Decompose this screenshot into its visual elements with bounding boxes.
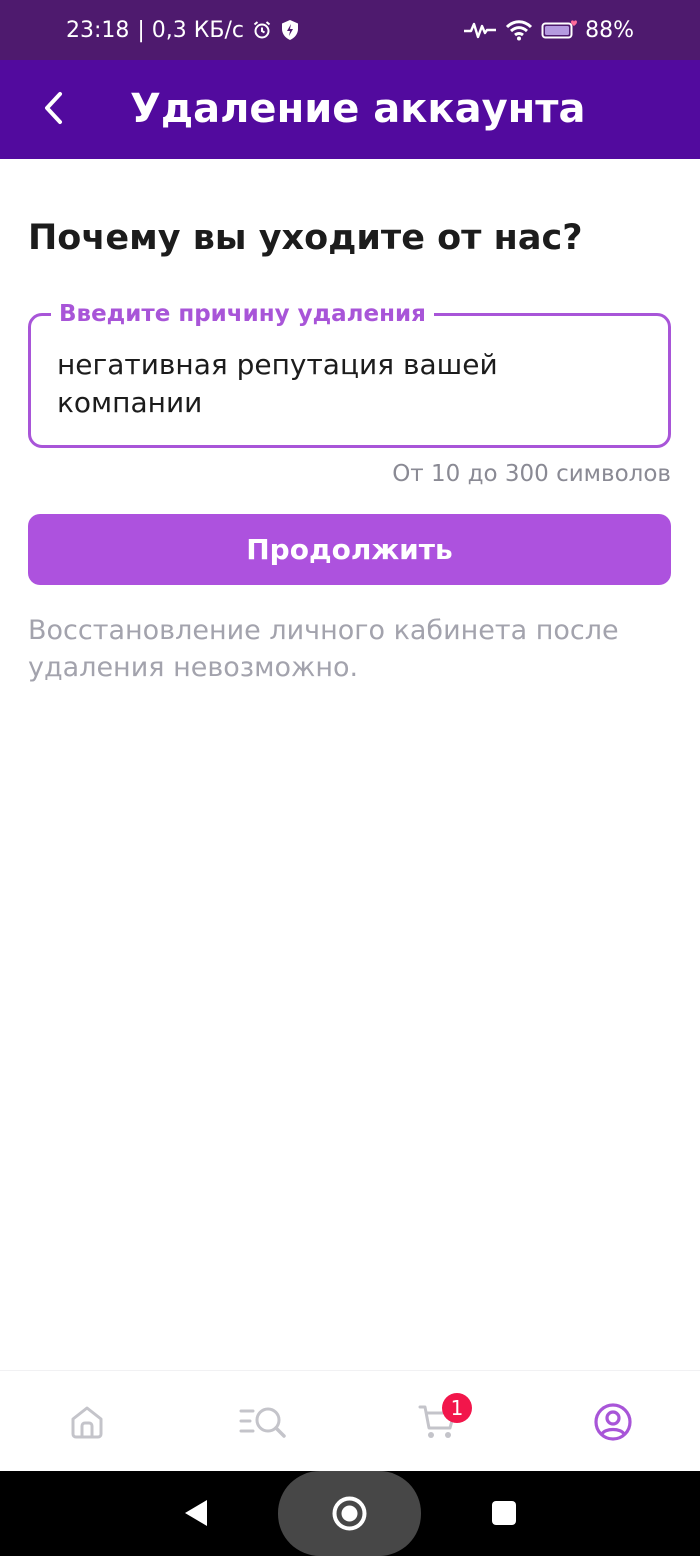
app-bar: Удаление аккаунта: [0, 60, 700, 159]
cart-badge: 1: [442, 1393, 472, 1423]
status-right: 88%: [463, 18, 634, 43]
deletion-warning: Восстановление личного кабинета после уд…: [28, 615, 619, 683]
nav-home[interactable]: [27, 1371, 147, 1472]
catalog-search-icon: [239, 1404, 287, 1440]
alarm-icon: [252, 20, 272, 40]
status-left: 23:18 | 0,3 КБ/с: [66, 18, 300, 43]
chevron-left-icon: [40, 90, 68, 126]
deletion-question: Почему вы уходите от нас?: [28, 218, 583, 258]
system-home-button[interactable]: [278, 1471, 421, 1556]
reason-field-hint: От 10 до 300 символов: [392, 461, 671, 487]
nav-profile[interactable]: [553, 1371, 673, 1472]
nav-cart[interactable]: 1: [378, 1371, 498, 1472]
activity-icon: [463, 20, 497, 40]
page-title: Удаление аккаунта: [130, 86, 586, 132]
battery-icon: [541, 19, 578, 41]
status-bar: 23:18 | 0,3 КБ/с 88%: [0, 0, 700, 60]
square-recents-icon: [491, 1500, 517, 1526]
reason-field-label: Введите причину удаления: [51, 300, 434, 328]
status-time: 23:18: [66, 17, 130, 43]
wifi-icon: [505, 19, 533, 41]
system-nav-bar: [0, 1471, 700, 1556]
battery-level: 88%: [585, 17, 634, 43]
continue-button[interactable]: Продолжить: [28, 514, 671, 585]
reason-field[interactable]: Введите причину удаления негативная репу…: [28, 300, 671, 448]
home-icon: [68, 1403, 106, 1441]
system-recents-button[interactable]: [474, 1483, 534, 1543]
system-back-button[interactable]: [166, 1483, 226, 1543]
bottom-nav: 1: [0, 1370, 700, 1471]
back-button[interactable]: [24, 78, 84, 138]
nav-catalog[interactable]: [203, 1371, 323, 1472]
circle-home-icon: [331, 1495, 368, 1532]
triangle-back-icon: [183, 1498, 209, 1528]
status-network-speed: | 0,3 КБ/с: [137, 17, 245, 43]
profile-icon: [593, 1402, 633, 1442]
shield-icon: [280, 19, 300, 41]
reason-input[interactable]: негативная репутация вашей компании: [57, 346, 617, 426]
